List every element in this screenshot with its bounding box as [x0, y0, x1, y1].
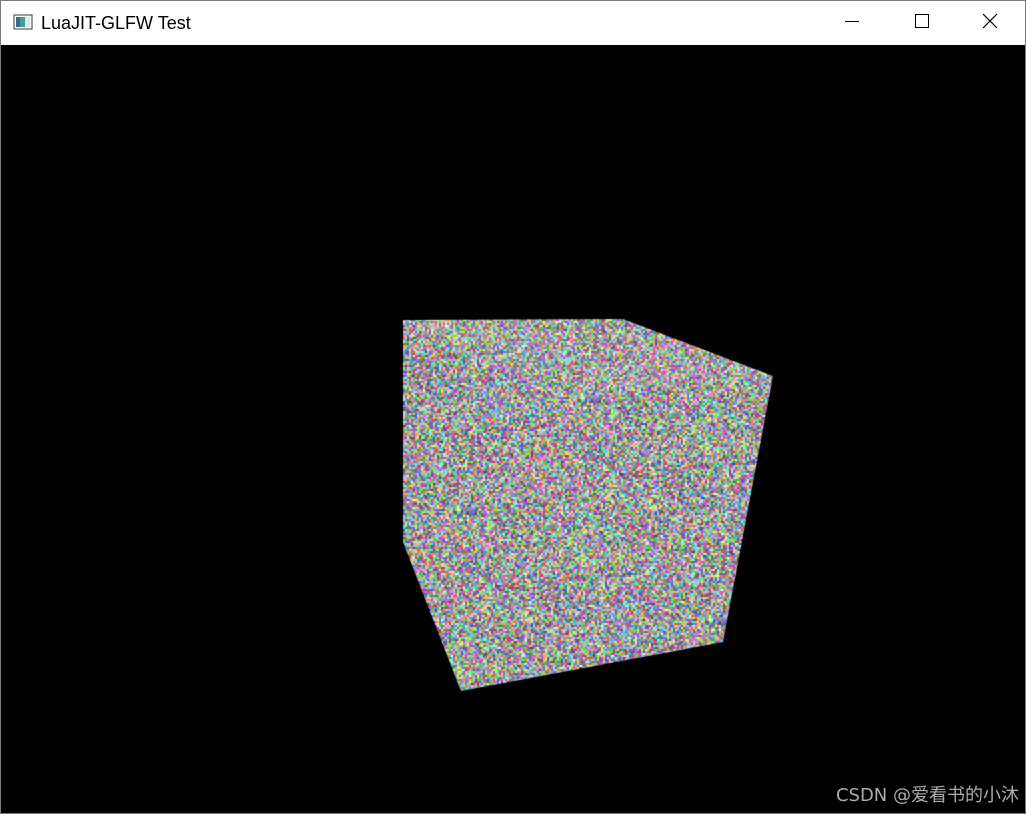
- noise-textured-cube: [1, 45, 1025, 813]
- maximize-icon: [914, 13, 930, 34]
- watermark-text: CSDN @爱看书的小沐: [835, 785, 1019, 806]
- minimize-icon: [844, 13, 860, 34]
- maximize-button[interactable]: [887, 1, 957, 45]
- title-bar[interactable]: LuaJIT-GLFW Test: [1, 1, 1025, 45]
- app-window: LuaJIT-GLFW Test CSDN @爱看书的小沐: [0, 0, 1026, 814]
- minimize-button[interactable]: [817, 1, 887, 45]
- close-button[interactable]: [955, 1, 1025, 45]
- window-title: LuaJIT-GLFW Test: [41, 13, 191, 33]
- window-app-icon: [13, 12, 33, 32]
- close-icon: [981, 12, 999, 35]
- render-viewport[interactable]: [1, 45, 1025, 813]
